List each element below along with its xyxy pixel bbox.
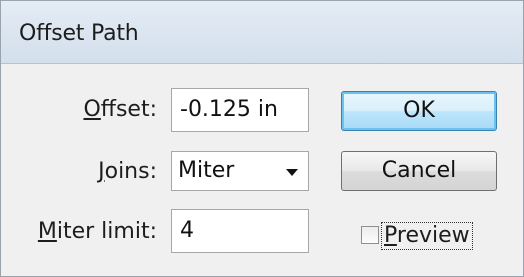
- joins-label-text: oins:: [104, 159, 157, 184]
- offset-label-text: ffset:: [100, 97, 157, 122]
- preview-checkbox[interactable]: [361, 226, 379, 244]
- offset-label: Offset:: [83, 97, 157, 122]
- joins-selected-value: Miter: [178, 158, 235, 183]
- miter-limit-input[interactable]: 4: [171, 209, 309, 253]
- preview-label-mnemonic: P: [384, 223, 397, 248]
- miter-limit-label-text: iter limit:: [56, 219, 157, 244]
- title-bar: Offset Path: [1, 1, 523, 64]
- preview-label[interactable]: Preview: [381, 222, 473, 250]
- cancel-button[interactable]: Cancel: [341, 151, 497, 191]
- joins-dropdown[interactable]: Miter: [171, 151, 309, 191]
- offset-label-mnemonic: O: [83, 97, 101, 122]
- offset-input[interactable]: -0.125 in: [171, 88, 309, 132]
- preview-label-text: review: [396, 223, 470, 248]
- miter-limit-label: Miter limit:: [38, 219, 157, 244]
- offset-path-dialog: Offset Path Offset: -0.125 in Joins: Mit…: [0, 0, 524, 277]
- joins-label: Joins:: [98, 159, 157, 184]
- chevron-down-icon[interactable]: [286, 169, 298, 176]
- miter-limit-label-mnemonic: M: [37, 219, 57, 244]
- dialog-title: Offset Path: [19, 21, 139, 46]
- ok-button[interactable]: OK: [341, 91, 497, 131]
